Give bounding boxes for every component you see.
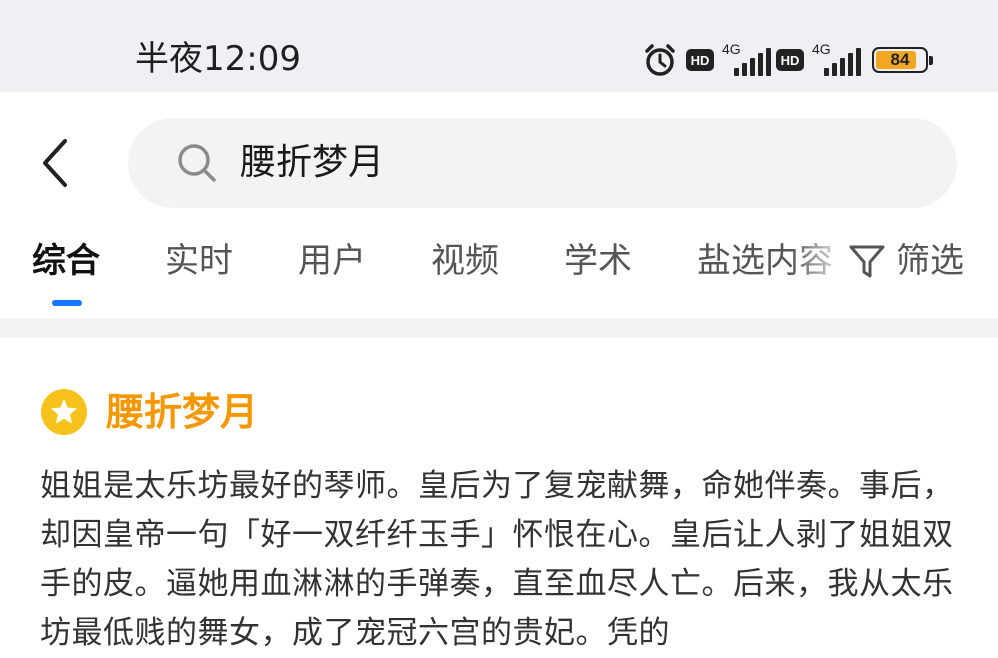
- tab-comprehensive[interactable]: 综合: [32, 236, 100, 286]
- filter-icon: [849, 245, 885, 278]
- status-time: 半夜12:09: [135, 39, 301, 79]
- star-badge-icon: [41, 389, 87, 435]
- search-icon: [178, 144, 216, 182]
- tab-academic[interactable]: 学术: [564, 236, 632, 286]
- back-button[interactable]: [30, 128, 80, 198]
- signal-icon: 4G: [722, 42, 771, 78]
- result-card-title-row[interactable]: 腰折梦月: [40, 385, 258, 439]
- alarm-icon: [645, 44, 675, 76]
- status-icons: HD 4G HD 4G 84: [642, 40, 933, 80]
- chevron-left-icon: [43, 139, 67, 187]
- hd-icon: HD: [776, 49, 804, 71]
- tab-realtime[interactable]: 实时: [165, 236, 233, 286]
- search-query: 腰折梦月: [240, 142, 385, 183]
- tab-videos[interactable]: 视频: [431, 236, 499, 286]
- battery-icon: 84: [872, 47, 933, 73]
- tab-users[interactable]: 用户: [298, 236, 366, 286]
- tab-fade: [790, 230, 850, 300]
- filter-label: 筛选: [896, 241, 964, 281]
- search-input[interactable]: 腰折梦月: [128, 118, 957, 208]
- tab-bar: 综合 实时 用户 视频 学术 盐选内容 筛选: [0, 230, 998, 310]
- section-divider: [0, 318, 998, 338]
- battery-level: 84: [890, 50, 910, 69]
- result-title[interactable]: 腰折梦月: [106, 385, 258, 439]
- active-tab-indicator: [52, 300, 82, 306]
- status-bar: 半夜12:09 HD 4G HD 4G 84: [0, 0, 998, 92]
- result-excerpt[interactable]: 姐姐是太乐坊最好的琴师。皇后为了复宠献舞，命她伴奏。事后，却因皇帝一句「好一双纤…: [40, 462, 958, 658]
- signal-icon: 4G: [812, 42, 861, 78]
- filter-button[interactable]: 筛选: [848, 236, 964, 286]
- hd-icon: HD: [686, 49, 714, 71]
